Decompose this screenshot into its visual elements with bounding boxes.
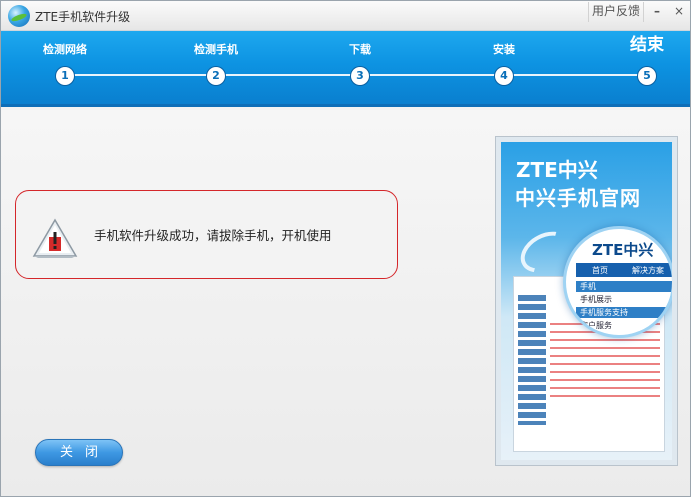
lens-nav-solutions: 解决方案 (632, 266, 664, 275)
zte-globe-icon (8, 5, 30, 27)
window-title: ZTE手机软件升级 (35, 10, 131, 24)
step-install: 安装 4 (464, 41, 544, 85)
lens-menu-item: 客户服务 (576, 320, 672, 331)
step-number: 1 (56, 67, 74, 85)
close-button[interactable]: 关闭 (35, 439, 123, 466)
title-bar[interactable]: ZTE手机软件升级 用户反馈 – × (1, 1, 690, 31)
lens-menu-item: 手机服务支持 (576, 307, 672, 318)
step-label: 安装 (493, 43, 515, 56)
lens-menu: 手机 手机展示 手机服务支持 客户服务 (576, 281, 672, 333)
ad-slogan: 中兴手机官网 (515, 186, 641, 210)
progress-steps: 检测网络 1 检测手机 2 下载 3 安装 4 结束 5 (1, 31, 690, 107)
lens-menu-item: 手机展示 (576, 294, 672, 305)
warning-icon (32, 218, 78, 258)
step-label: 检测网络 (43, 43, 87, 56)
lens-nav-home: 首页 (592, 266, 608, 275)
lens-nav-bar: 首页 解决方案 (576, 263, 672, 277)
step-number: 4 (495, 67, 513, 85)
zte-ad-banner[interactable]: ZTE中兴 中兴手机官网 ZTE中兴 首页 解决方案 手机 手机展示 手机服务支… (495, 136, 678, 466)
step-label-current: 结束 (630, 35, 664, 55)
step-number: 3 (351, 67, 369, 85)
thumbnail-sidebar (518, 295, 546, 425)
step-download: 下载 3 (320, 41, 400, 85)
minimize-button[interactable]: – (647, 2, 667, 22)
ad-brand: ZTE中兴 (516, 158, 598, 182)
step-number: 2 (207, 67, 225, 85)
step-detect-network: 检测网络 1 (25, 41, 105, 85)
feedback-button[interactable]: 用户反馈 (588, 2, 644, 22)
upgrade-window: ZTE手机软件升级 用户反馈 – × 检测网络 1 检测手机 2 下载 3 安装… (0, 0, 691, 497)
message-box: 手机软件升级成功，请拔除手机，开机使用 (15, 190, 398, 279)
message-text: 手机软件升级成功，请拔除手机，开机使用 (94, 228, 332, 243)
content-area: 手机软件升级成功，请拔除手机，开机使用 关闭 ZTE中兴 中兴手机官网 ZTE中… (1, 110, 690, 496)
ad-image: ZTE中兴 中兴手机官网 ZTE中兴 首页 解决方案 手机 手机展示 手机服务支… (501, 142, 672, 460)
magnifier-lens: ZTE中兴 首页 解决方案 手机 手机展示 手机服务支持 客户服务 (563, 226, 672, 338)
step-finish: 结束 5 (607, 37, 687, 85)
lens-menu-item: 手机 (576, 281, 672, 292)
step-label: 下载 (349, 43, 371, 56)
step-detect-phone: 检测手机 2 (176, 41, 256, 85)
step-number: 5 (638, 67, 656, 85)
step-label: 检测手机 (194, 43, 238, 56)
lens-brand: ZTE中兴 (592, 241, 654, 259)
close-window-button[interactable]: × (669, 2, 689, 22)
